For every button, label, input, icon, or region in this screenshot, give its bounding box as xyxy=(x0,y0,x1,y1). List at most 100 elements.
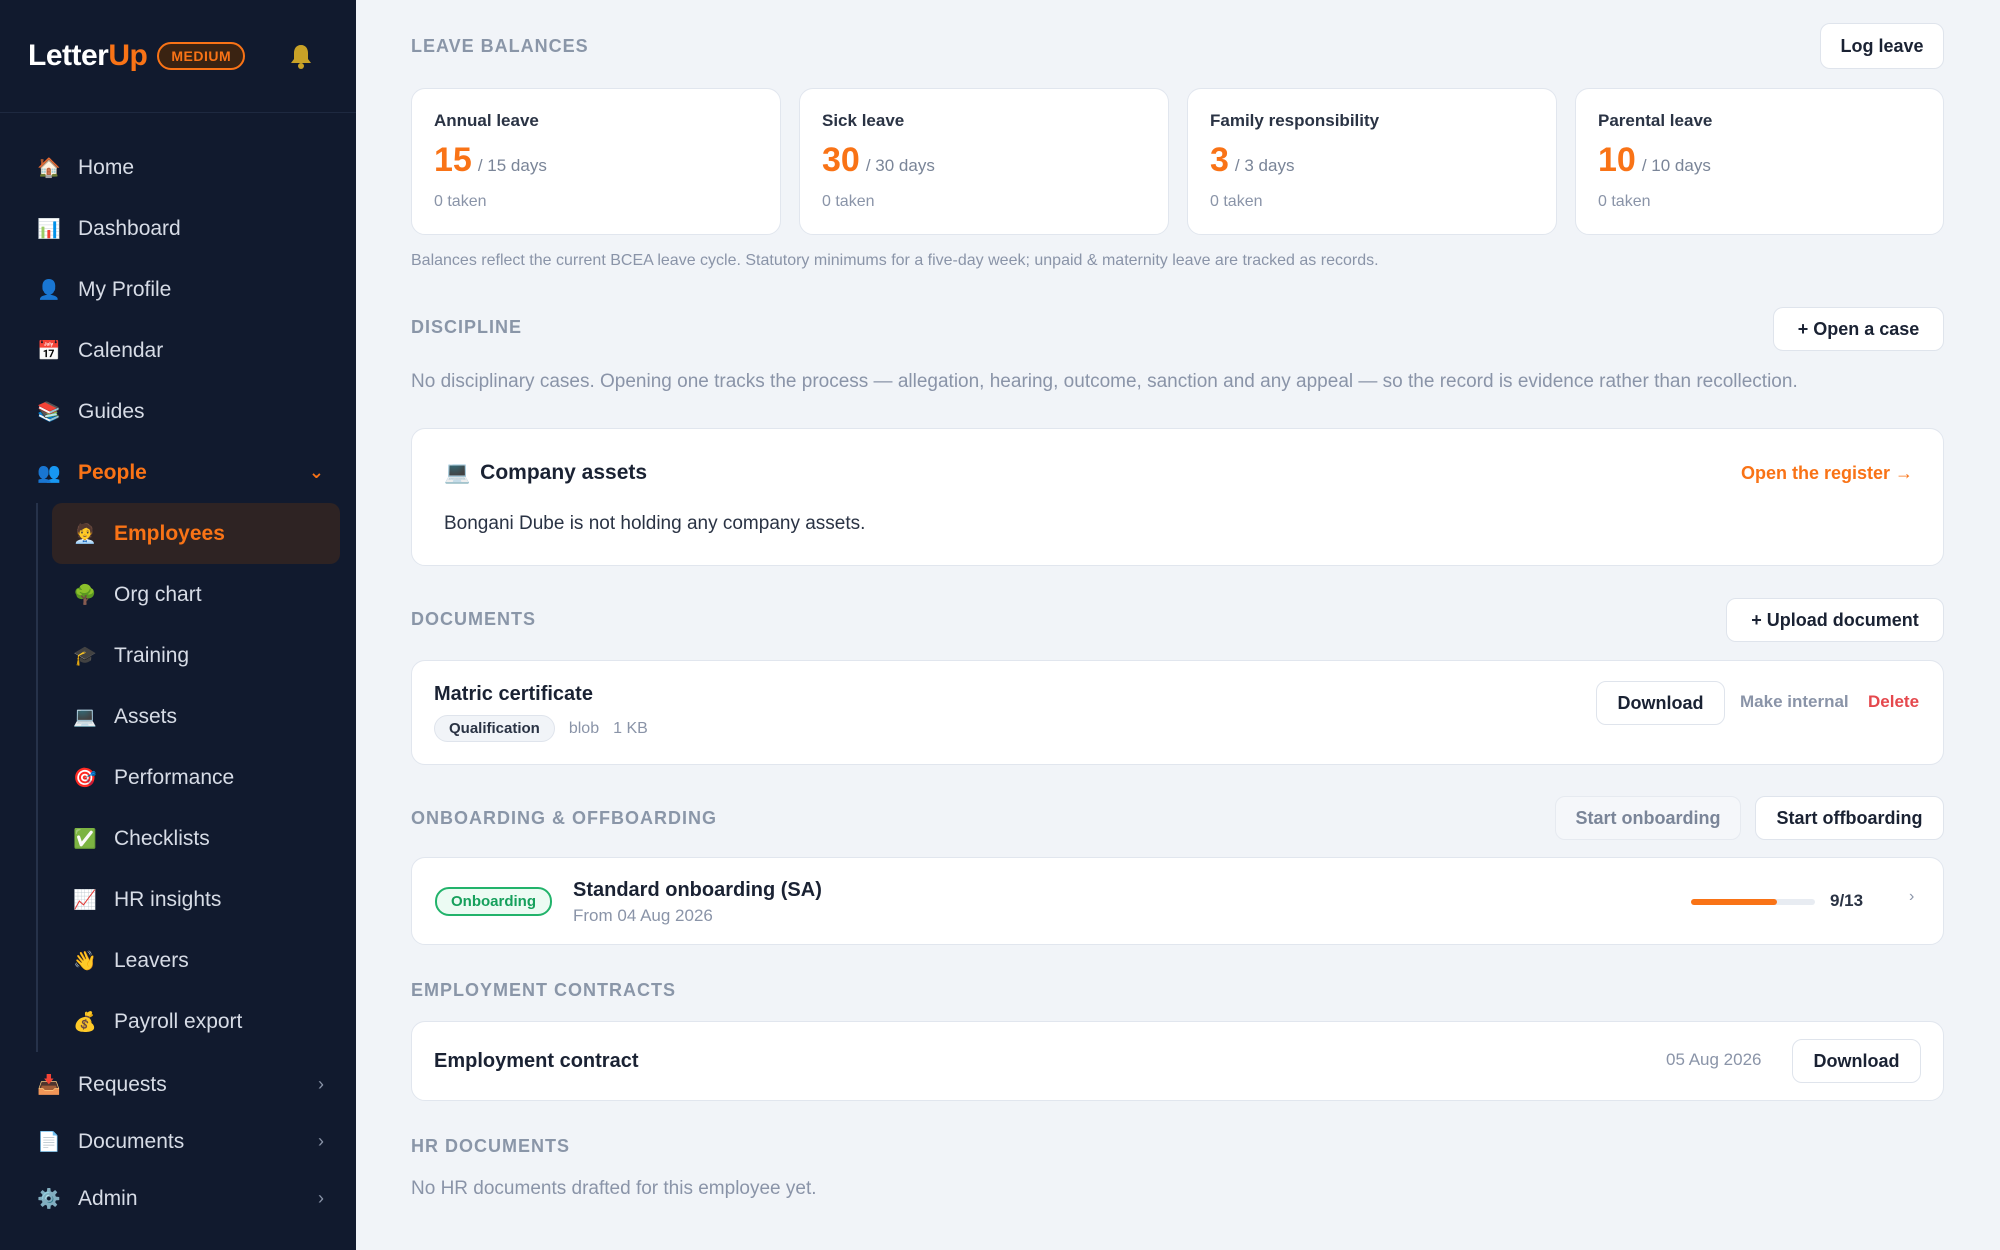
leave-value: 30 xyxy=(822,141,860,179)
nav-org-chart[interactable]: 🌳 Org chart xyxy=(52,564,356,625)
leave-name: Parental leave xyxy=(1598,111,1713,130)
contract-date: 05 Aug 2026 xyxy=(1666,1050,1762,1069)
nav-admin[interactable]: ⚙️ Admin › xyxy=(0,1170,356,1227)
leave-card-annual: Annual leave 15 / 15 days 0 taken xyxy=(411,88,781,235)
user-icon: 👤 xyxy=(37,279,61,301)
nav-label: Leavers xyxy=(114,948,189,972)
start-offboarding-button[interactable]: Start offboarding xyxy=(1755,796,1944,840)
nav-hr-insights[interactable]: 📈 HR insights xyxy=(52,869,356,930)
leave-total: / 15 days xyxy=(477,156,547,175)
nav-dashboard[interactable]: 📊 Dashboard xyxy=(0,198,356,259)
nav-payroll-export[interactable]: 💰 Payroll export xyxy=(52,991,356,1052)
sidebar: LetterUp MEDIUM 🏠 Home 📊 Dashboard 👤 My Pro… xyxy=(0,0,356,1250)
home-icon: 🏠 xyxy=(37,157,61,179)
chevron-right-icon: › xyxy=(318,1131,324,1151)
people-icon: 👥 xyxy=(37,462,61,484)
trend-icon: 📈 xyxy=(73,889,97,911)
onboarding-status-badge: Onboarding xyxy=(435,887,552,916)
delete-button[interactable]: Delete xyxy=(1868,692,1919,712)
discipline-text: No disciplinary cases. Opening one track… xyxy=(411,371,1798,392)
tree-icon: 🌳 xyxy=(73,584,97,606)
contract-name[interactable]: Employment contract xyxy=(434,1050,638,1073)
leave-taken: 0 taken xyxy=(1210,193,1263,210)
employee-icon: 🧑‍💼 xyxy=(73,523,97,545)
nav-training[interactable]: 🎓 Training xyxy=(52,625,356,686)
nav-guides[interactable]: 📚 Guides xyxy=(0,381,356,442)
document-tag: Qualification xyxy=(434,715,555,742)
onboarding-name: Standard onboarding (SA) xyxy=(573,879,822,901)
upload-document-button[interactable]: + Upload document xyxy=(1726,598,1944,642)
nav-label: Employees xyxy=(114,521,225,545)
nav-employees[interactable]: 🧑‍💼 Employees xyxy=(52,503,340,564)
nav-leavers[interactable]: 👋 Leavers xyxy=(52,930,356,991)
inbox-icon: 📥 xyxy=(37,1074,61,1096)
money-bag-icon: 💰 xyxy=(73,1011,97,1033)
nav-label: Training xyxy=(114,643,190,667)
nav-my-profile[interactable]: 👤 My Profile xyxy=(0,259,356,320)
open-case-button[interactable]: + Open a case xyxy=(1773,307,1944,351)
people-subnav: 🧑‍💼 Employees 🌳 Org chart 🎓 Training 💻 Asset… xyxy=(36,503,356,1052)
discipline-title: DISCIPLINE xyxy=(411,317,523,337)
leave-balances-title: LEAVE BALANCES xyxy=(411,36,589,56)
document-type: blob xyxy=(568,719,600,737)
leave-card-family: Family responsibility 3 / 3 days 0 taken xyxy=(1187,88,1557,235)
nav-label: Dashboard xyxy=(78,216,181,240)
nav-label: Performance xyxy=(114,765,235,789)
progress-fill xyxy=(1691,899,1777,905)
chevron-right-icon: › xyxy=(318,1074,324,1094)
wave-icon: 👋 xyxy=(73,950,97,972)
nav-label: My Profile xyxy=(78,277,172,301)
nav-label: Guides xyxy=(78,399,145,423)
document-size: 1 KB xyxy=(613,719,648,737)
open-register-link[interactable]: Open the register → xyxy=(1741,463,1913,484)
check-icon: ✅ xyxy=(73,828,97,850)
hr-documents-text: No HR documents drafted for this employe… xyxy=(411,1178,817,1199)
log-leave-button[interactable]: Log leave xyxy=(1820,23,1944,69)
onboarding-row[interactable]: Onboarding Standard onboarding (SA) From… xyxy=(411,857,1944,945)
calendar-icon: 📅 xyxy=(37,340,61,362)
leave-taken: 0 taken xyxy=(434,193,487,210)
leave-name: Family responsibility xyxy=(1210,111,1380,130)
nav-performance[interactable]: 🎯 Performance xyxy=(52,747,356,808)
download-button[interactable]: Download xyxy=(1596,681,1725,725)
bell-icon[interactable] xyxy=(288,42,314,70)
leave-note: Balances reflect the current BCEA leave … xyxy=(411,252,1379,269)
nav-checklists[interactable]: ✅ Checklists xyxy=(52,808,356,869)
chart-icon: 📊 xyxy=(37,218,61,240)
nav-label: Requests xyxy=(78,1072,167,1096)
chevron-right-icon[interactable]: › xyxy=(1909,888,1914,906)
graduation-cap-icon: 🎓 xyxy=(73,645,97,667)
tier-badge: MEDIUM xyxy=(157,42,246,70)
document-meta: Qualification blob 1 KB xyxy=(434,715,648,742)
nav-requests[interactable]: 📥 Requests › xyxy=(0,1056,356,1113)
progress-label: 9/13 xyxy=(1830,891,1864,910)
leave-value: 15 xyxy=(434,141,472,179)
books-icon: 📚 xyxy=(37,401,61,423)
nav-documents[interactable]: 📄 Documents › xyxy=(0,1113,356,1170)
hr-documents-title: HR DOCUMENTS xyxy=(411,1136,570,1156)
main-nav: 🏠 Home 📊 Dashboard 👤 My Profile 📅 Calendar 📚… xyxy=(0,113,356,1227)
leave-taken: 0 taken xyxy=(1598,193,1651,210)
laptop-icon: 💻 xyxy=(73,706,97,728)
start-onboarding-button[interactable]: Start onboarding xyxy=(1555,796,1741,840)
document-icon: 📄 xyxy=(37,1131,61,1153)
document-name[interactable]: Matric certificate xyxy=(434,683,593,706)
contract-download-button[interactable]: Download xyxy=(1792,1039,1921,1083)
nav-assets[interactable]: 💻 Assets xyxy=(52,686,356,747)
nav-label: People xyxy=(78,460,147,484)
nav-label: Home xyxy=(78,155,135,179)
nav-calendar[interactable]: 📅 Calendar xyxy=(0,320,356,381)
nav-label: Payroll export xyxy=(114,1009,243,1033)
make-internal-button[interactable]: Make internal xyxy=(1740,692,1849,712)
chevron-right-icon: › xyxy=(318,1188,324,1208)
leave-taken: 0 taken xyxy=(822,193,875,210)
nav-home[interactable]: 🏠 Home xyxy=(0,137,356,198)
leave-name: Annual leave xyxy=(434,111,539,130)
leave-total: / 10 days xyxy=(1641,156,1711,175)
assets-title: Company assets xyxy=(480,461,648,484)
contracts-title: EMPLOYMENT CONTRACTS xyxy=(411,980,676,1000)
nav-people[interactable]: 👥 People ⌄ xyxy=(0,442,356,503)
logo[interactable]: LetterUp xyxy=(28,39,148,73)
leave-card-sick: Sick leave 30 / 30 days 0 taken xyxy=(799,88,1169,235)
assets-header: 💻 Company assets xyxy=(444,461,647,485)
